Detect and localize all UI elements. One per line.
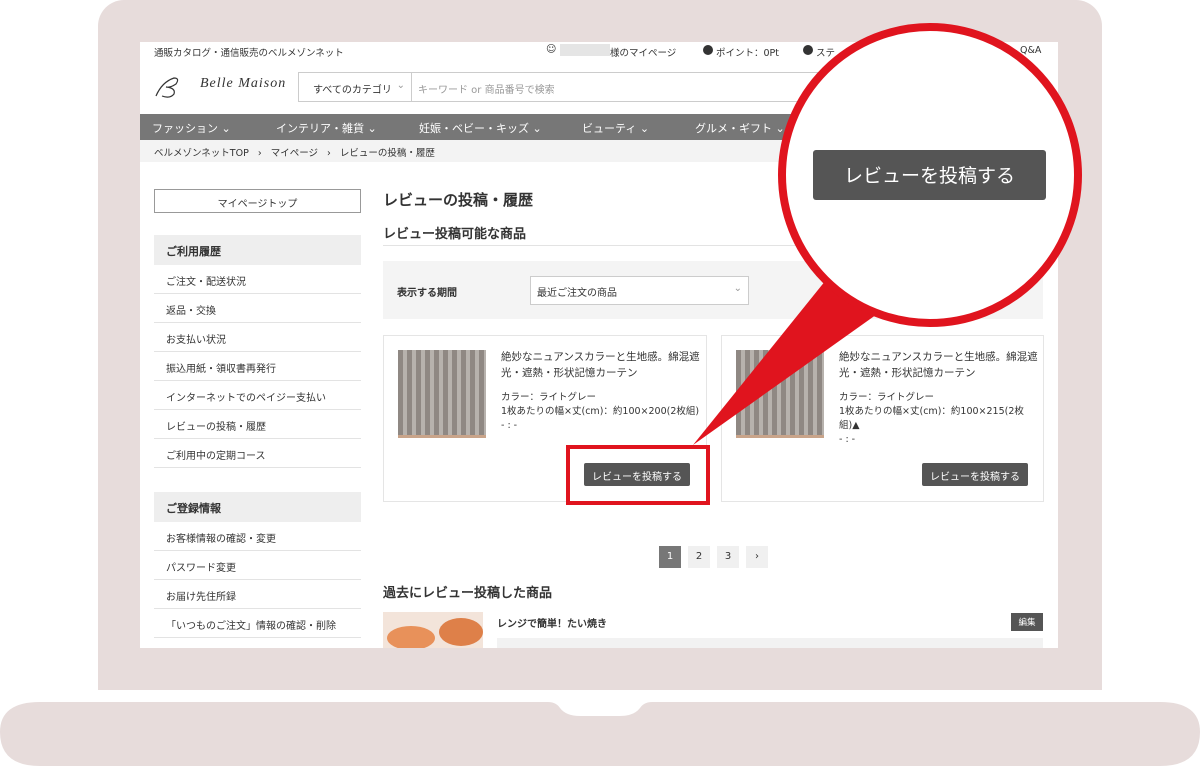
callout-magnifier [693, 23, 1082, 445]
callout-post-review-button: レビューを投稿する [813, 150, 1046, 200]
